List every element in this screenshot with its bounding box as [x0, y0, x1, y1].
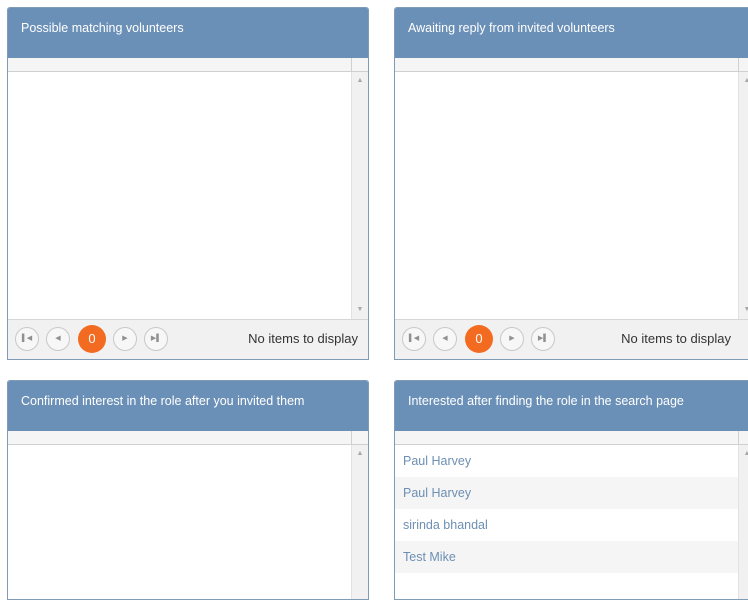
pager-next-icon: ▶: [122, 335, 128, 342]
pager-first-icon: ▌◀: [21, 335, 33, 342]
vertical-scrollbar[interactable]: ▲: [351, 445, 368, 599]
pager-current-page[interactable]: 0: [78, 325, 106, 353]
grid-header: [395, 431, 748, 445]
pager: ▌◀ ◀ 0 ▶ ▶▌ No items to display: [8, 319, 368, 359]
interested-from-search-panel: Interested after finding the role in the…: [394, 380, 748, 600]
grid-body[interactable]: Paul Harvey Paul Harvey sirinda bhandal …: [395, 445, 748, 599]
vertical-scrollbar[interactable]: ▲: [738, 445, 748, 599]
pager-last-button[interactable]: ▶▌: [144, 327, 168, 351]
pager-first-icon: ▌◀: [408, 335, 420, 342]
pager-next-button[interactable]: ▶: [500, 327, 524, 351]
awaiting-reply-panel: Awaiting reply from invited volunteers ▲…: [394, 7, 748, 360]
panel-title: Interested after finding the role in the…: [395, 381, 748, 431]
grid-body[interactable]: ▲ ▼: [8, 72, 368, 319]
scroll-down-icon[interactable]: ▼: [352, 303, 368, 317]
scroll-down-icon[interactable]: ▼: [739, 303, 748, 317]
volunteer-row-link[interactable]: Paul Harvey: [395, 445, 738, 477]
pager-prev-icon: ◀: [55, 335, 61, 342]
grid-body[interactable]: ▲ ▼: [395, 72, 748, 319]
vertical-scrollbar[interactable]: ▲ ▼: [351, 72, 368, 319]
grid-body[interactable]: ▲: [8, 445, 368, 599]
confirmed-interest-panel: Confirmed interest in the role after you…: [7, 380, 369, 600]
pager-status: No items to display: [621, 331, 731, 346]
pager-last-icon: ▶▌: [150, 335, 162, 342]
volunteer-row-link[interactable]: Test Mike: [395, 541, 738, 573]
grid-content: [8, 72, 351, 319]
grid-header: [8, 58, 368, 72]
pager: ▌◀ ◀ 0 ▶ ▶▌ No items to display: [395, 319, 748, 359]
matching-volunteers-panel: Possible matching volunteers ▲ ▼ ▌◀ ◀ 0 …: [7, 7, 369, 360]
pager-next-button[interactable]: ▶: [113, 327, 137, 351]
pager-last-button[interactable]: ▶▌: [531, 327, 555, 351]
volunteer-row-link[interactable]: Paul Harvey: [395, 477, 738, 509]
grid-header: [395, 58, 748, 72]
panel-title: Awaiting reply from invited volunteers: [395, 8, 748, 58]
pager-first-button[interactable]: ▌◀: [402, 327, 426, 351]
grid-content: Paul Harvey Paul Harvey sirinda bhandal …: [395, 445, 738, 599]
grid-content: [8, 445, 351, 599]
grid-header: [8, 431, 368, 445]
pager-prev-button[interactable]: ◀: [433, 327, 457, 351]
pager-last-icon: ▶▌: [537, 335, 549, 342]
pager-first-button[interactable]: ▌◀: [15, 327, 39, 351]
scroll-up-icon[interactable]: ▲: [352, 74, 368, 88]
grid-content: [395, 72, 738, 319]
pager-prev-icon: ◀: [442, 335, 448, 342]
panel-title: Confirmed interest in the role after you…: [8, 381, 368, 431]
pager-status: No items to display: [248, 331, 358, 346]
pager-prev-button[interactable]: ◀: [46, 327, 70, 351]
scroll-up-icon[interactable]: ▲: [352, 447, 368, 461]
pager-current-page[interactable]: 0: [465, 325, 493, 353]
vertical-scrollbar[interactable]: ▲ ▼: [738, 72, 748, 319]
scroll-up-icon[interactable]: ▲: [739, 74, 748, 88]
pager-next-icon: ▶: [509, 335, 515, 342]
volunteer-row-link[interactable]: sirinda bhandal: [395, 509, 738, 541]
panel-title: Possible matching volunteers: [8, 8, 368, 58]
scroll-up-icon[interactable]: ▲: [739, 447, 748, 461]
